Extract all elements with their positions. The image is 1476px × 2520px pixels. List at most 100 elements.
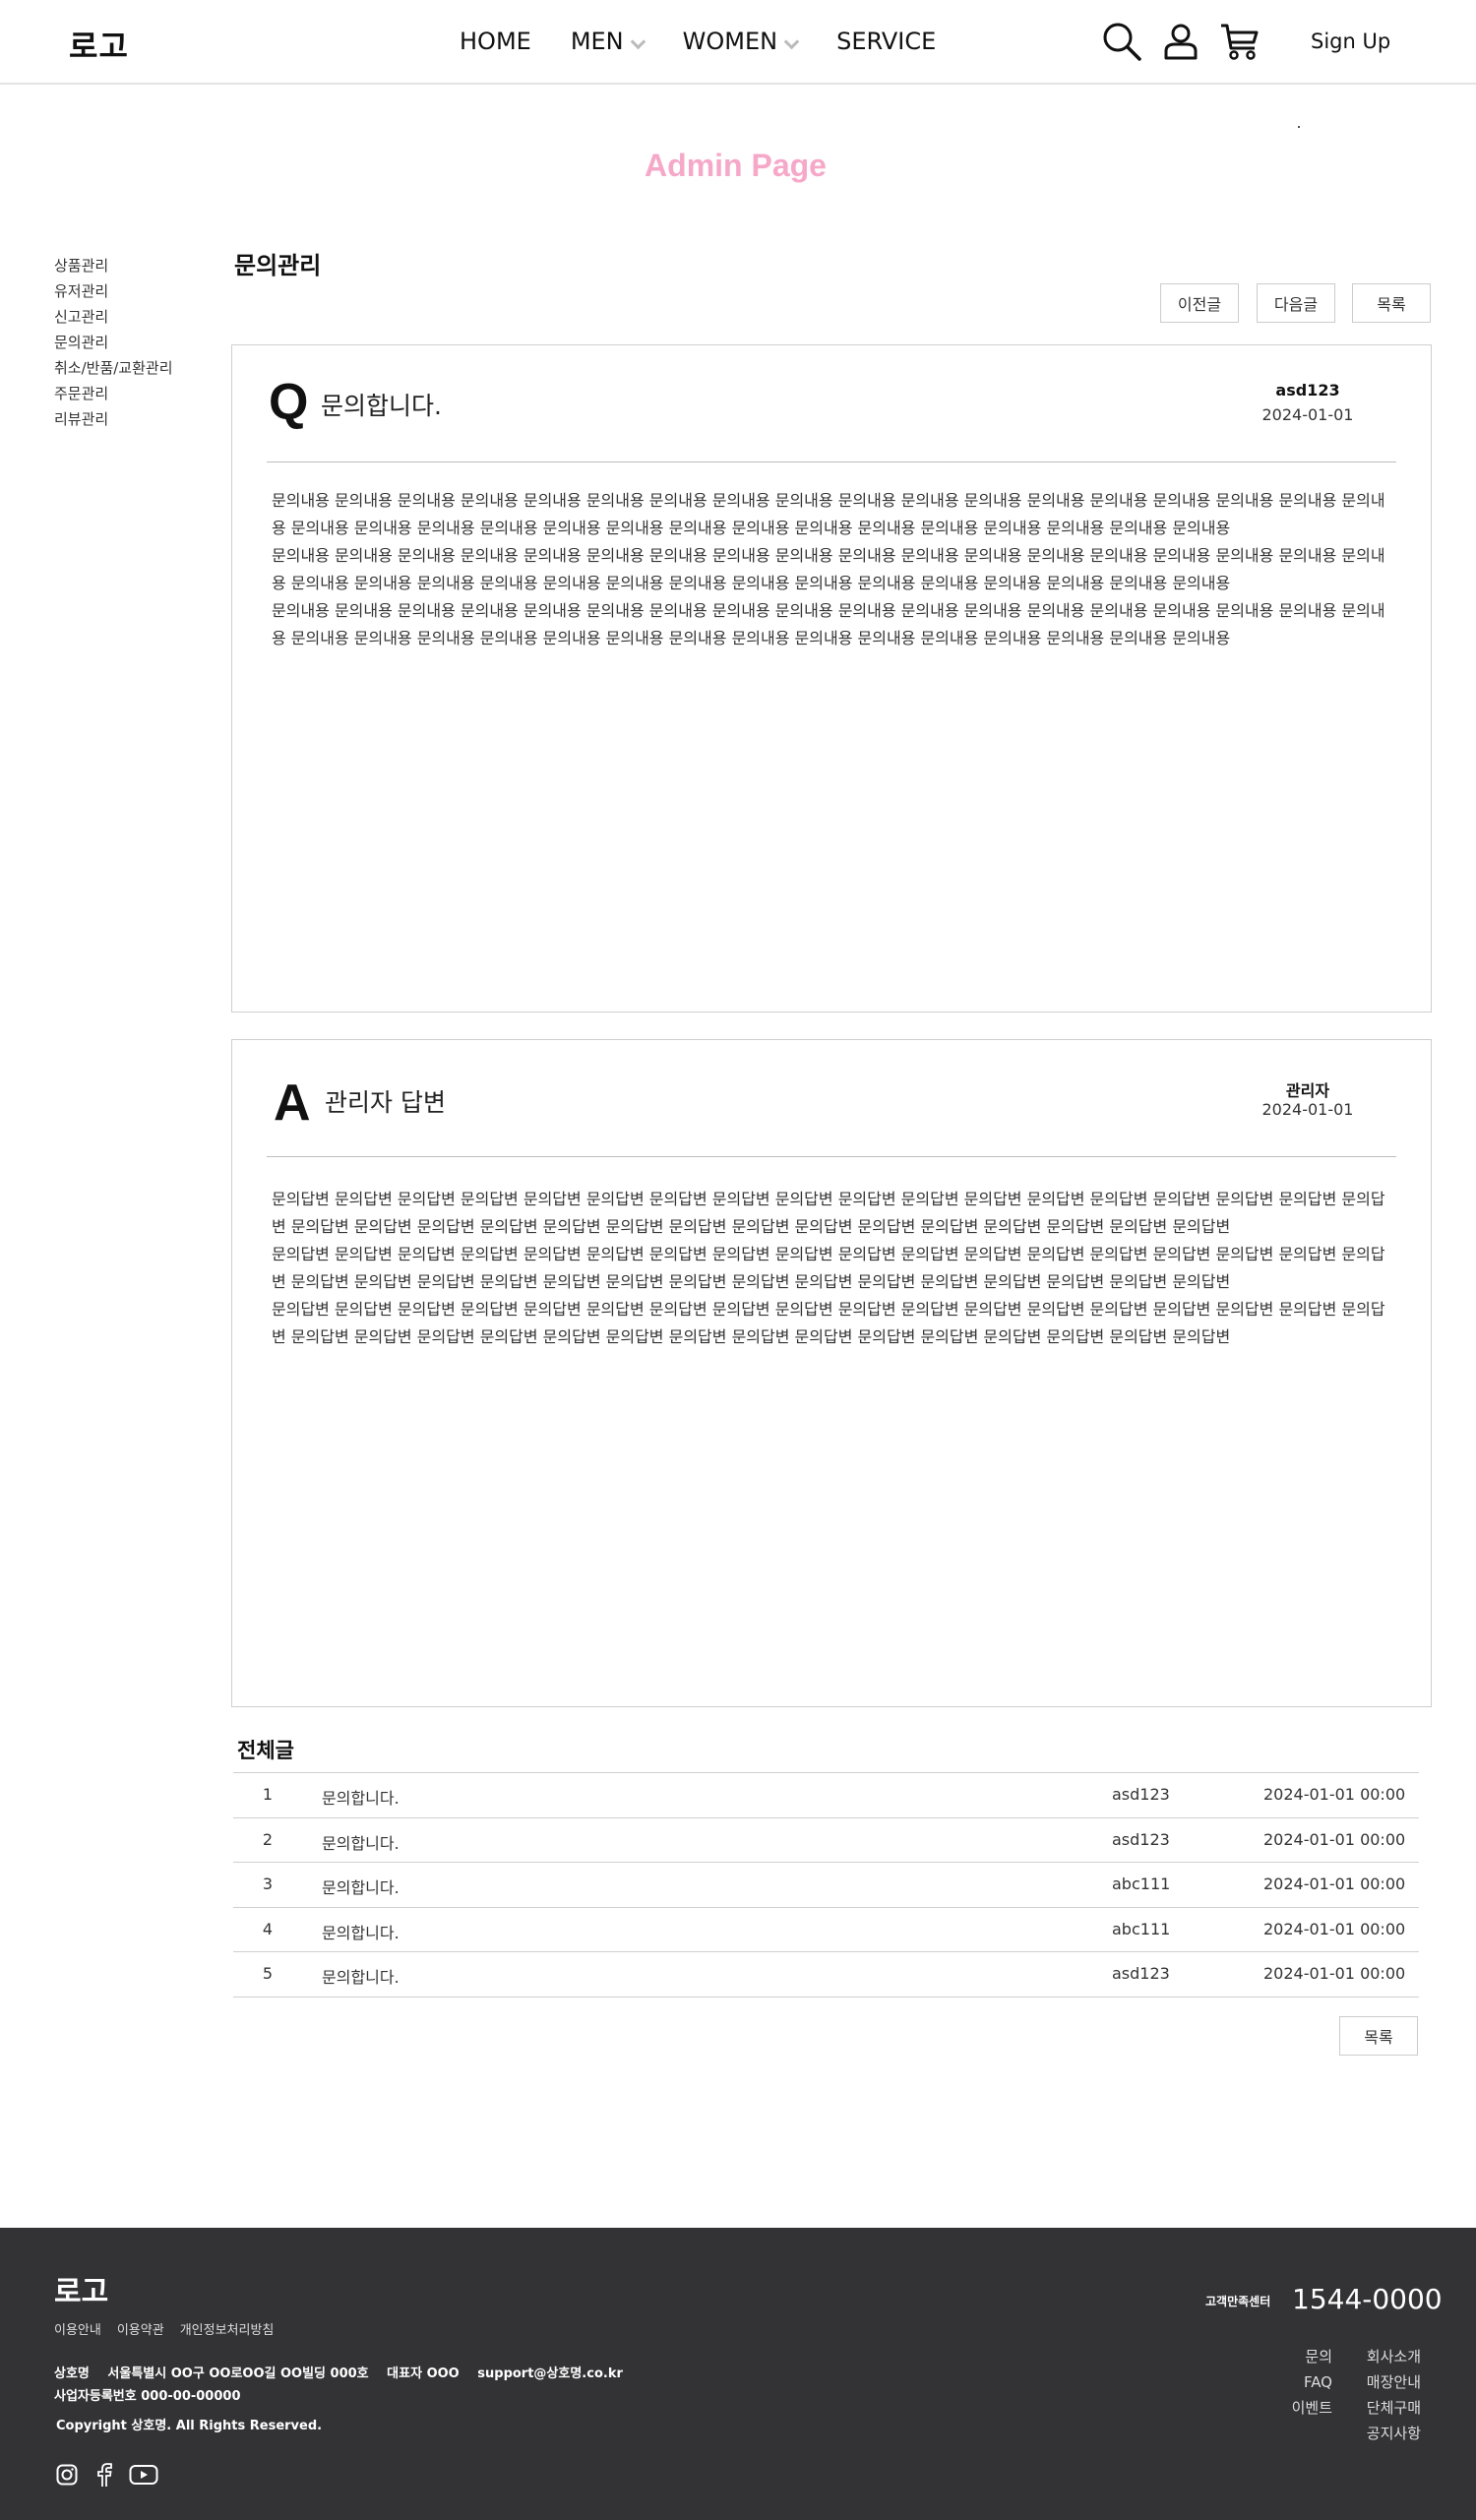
- table-row[interactable]: 1 문의합니다. asd123 2024-01-01 00:00: [233, 1773, 1419, 1818]
- question-author: asd123: [1275, 381, 1340, 400]
- footer-menu-event[interactable]: 이벤트: [1279, 2395, 1332, 2421]
- signup-link[interactable]: Sign Up: [1311, 30, 1390, 53]
- company-name: 상호명: [54, 2366, 90, 2381]
- nav-service-label: SERVICE: [836, 28, 937, 55]
- footer-menu-about[interactable]: 회사소개: [1348, 2344, 1421, 2369]
- sidebar-item-returns[interactable]: 취소/반품/교환관리: [54, 355, 173, 381]
- row-date: 2024-01-01 00:00: [1263, 1964, 1406, 1983]
- logo[interactable]: 로고: [69, 22, 129, 67]
- row-user: asd123: [1112, 1829, 1170, 1849]
- instagram-icon[interactable]: [54, 2462, 80, 2488]
- site-header: 로고 HOME MEN WOMEN SERVICE Sign Up: [0, 0, 1476, 85]
- posts-list: 1 문의합니다. asd123 2024-01-01 00:00 2 문의합니다…: [233, 1772, 1419, 1998]
- footer-menu-right: 회사소개 매장안내 단체구매 공지사항: [1348, 2344, 1421, 2446]
- answer-panel: A 관리자 답변 관리자 2024-01-01 문의답변 문의답변 문의답변 문…: [231, 1039, 1432, 1707]
- row-user: abc111: [1112, 1919, 1171, 1938]
- answer-date: 2024-01-01: [1261, 1100, 1354, 1119]
- row-number: 2: [262, 1829, 274, 1849]
- next-post-button[interactable]: 다음글: [1257, 283, 1335, 323]
- question-paragraph: 문의내용 문의내용 문의내용 문의내용 문의내용 문의내용 문의내용 문의내용 …: [272, 601, 1385, 647]
- divider: [267, 1156, 1396, 1157]
- list-bottom-button[interactable]: 목록: [1339, 2016, 1418, 2056]
- user-icon[interactable]: [1159, 20, 1202, 63]
- footer-link-guide[interactable]: 이용안내: [54, 2319, 101, 2338]
- footer-links: 이용안내 이용약관 개인정보처리방침: [54, 2319, 289, 2338]
- copyright: Copyright 상호명. All Rights Reserved.: [56, 2419, 323, 2433]
- question-body: 문의내용 문의내용 문의내용 문의내용 문의내용 문의내용 문의내용 문의내용 …: [272, 487, 1386, 652]
- row-title[interactable]: 문의합니다.: [322, 1964, 400, 1988]
- row-user: asd123: [1112, 1964, 1170, 1983]
- table-row[interactable]: 2 문의합니다. asd123 2024-01-01 00:00: [233, 1818, 1419, 1863]
- all-posts-title: 전체글: [237, 1739, 294, 1762]
- footer-menu-notice[interactable]: 공지사항: [1348, 2421, 1421, 2446]
- footer-link-terms[interactable]: 이용약관: [117, 2319, 164, 2338]
- answer-paragraph: 문의답변 문의답변 문의답변 문의답변 문의답변 문의답변 문의답변 문의답변 …: [272, 1245, 1385, 1291]
- row-title[interactable]: 문의합니다.: [322, 1785, 400, 1809]
- nav-men-label: MEN: [570, 28, 624, 55]
- table-row[interactable]: 4 문의합니다. abc111 2024-01-01 00:00: [233, 1908, 1419, 1952]
- question-mark: Q: [269, 374, 309, 431]
- row-date: 2024-01-01 00:00: [1263, 1785, 1406, 1804]
- company-address: 서울특별시 OO구 OO로OO길 OO빌딩 000호: [107, 2366, 369, 2381]
- answer-title: 관리자 답변: [325, 1088, 446, 1117]
- footer-menu-group-buy[interactable]: 단체구매: [1348, 2395, 1421, 2421]
- row-number: 3: [262, 1875, 274, 1893]
- answer-paragraph: 문의답변 문의답변 문의답변 문의답변 문의답변 문의답변 문의답변 문의답변 …: [272, 1300, 1385, 1346]
- site-footer: 로고 이용안내 이용약관 개인정보처리방침 상호명 서울특별시 OO구 OO로O…: [0, 2228, 1476, 2520]
- row-date: 2024-01-01 00:00: [1263, 1875, 1406, 1893]
- question-paragraph: 문의내용 문의내용 문의내용 문의내용 문의내용 문의내용 문의내용 문의내용 …: [272, 546, 1385, 592]
- row-number: 1: [262, 1785, 274, 1804]
- footer-menu-faq[interactable]: FAQ: [1279, 2369, 1332, 2395]
- facebook-icon[interactable]: [92, 2462, 117, 2488]
- nav-men[interactable]: MEN: [570, 28, 646, 55]
- nav-service[interactable]: SERVICE: [836, 28, 936, 55]
- sidebar-item-reports[interactable]: 신고관리: [54, 304, 173, 330]
- table-row[interactable]: 5 문의합니다. asd123 2024-01-01 00:00: [233, 1952, 1419, 1998]
- answer-author: 관리자: [1285, 1081, 1330, 1100]
- cs-label: 고객만족센터: [1205, 2295, 1271, 2308]
- row-user: asd123: [1112, 1785, 1170, 1804]
- company-email: support@상호명.co.kr: [477, 2366, 623, 2381]
- question-date: 2024-01-01: [1261, 405, 1354, 424]
- footer-menu-stores[interactable]: 매장안내: [1348, 2369, 1421, 2395]
- admin-sidebar: 상품관리 유저관리 신고관리 문의관리 취소/반품/교환관리 주문관리 리뷰관리: [54, 253, 173, 432]
- answer-mark: A: [274, 1075, 311, 1132]
- sidebar-item-inquiries[interactable]: 문의관리: [54, 330, 173, 355]
- divider: [267, 461, 1396, 462]
- row-number: 5: [262, 1964, 274, 1983]
- table-row[interactable]: 3 문의합니다. abc111 2024-01-01 00:00: [233, 1863, 1419, 1908]
- nav-home[interactable]: HOME: [460, 28, 531, 55]
- section-title: 문의관리: [234, 252, 322, 279]
- nav-women[interactable]: WOMEN: [682, 28, 800, 55]
- row-title[interactable]: 문의합니다.: [322, 1875, 400, 1898]
- answer-paragraph: 문의답변 문의답변 문의답변 문의답변 문의답변 문의답변 문의답변 문의답변 …: [272, 1190, 1385, 1236]
- footer-link-privacy[interactable]: 개인정보처리방침: [180, 2319, 275, 2338]
- cs-phone: 1544-0000: [1292, 2283, 1443, 2315]
- row-date: 2024-01-01 00:00: [1263, 1919, 1406, 1938]
- row-date: 2024-01-01 00:00: [1263, 1829, 1406, 1849]
- sidebar-item-orders[interactable]: 주문관리: [54, 381, 173, 406]
- footer-logo[interactable]: 로고: [54, 2267, 108, 2310]
- prev-post-button[interactable]: 이전글: [1160, 283, 1239, 323]
- youtube-icon[interactable]: [129, 2462, 158, 2488]
- company-biz-no: 사업자등록번호 000-00-00000: [54, 2389, 241, 2404]
- answer-body: 문의답변 문의답변 문의답변 문의답변 문의답변 문의답변 문의답변 문의답변 …: [272, 1186, 1386, 1351]
- list-button[interactable]: 목록: [1352, 283, 1431, 323]
- company-ceo: 대표자 OOO: [387, 2366, 460, 2381]
- nav-home-label: HOME: [460, 28, 531, 55]
- question-title: 문의합니다.: [321, 392, 442, 420]
- row-title[interactable]: 문의합니다.: [322, 1920, 400, 1943]
- sidebar-item-reviews[interactable]: 리뷰관리: [54, 406, 173, 432]
- footer-menu-inquiry[interactable]: 문의: [1279, 2344, 1332, 2369]
- chevron-down-icon: [630, 33, 646, 49]
- sidebar-item-products[interactable]: 상품관리: [54, 253, 173, 278]
- search-icon[interactable]: [1100, 20, 1143, 63]
- row-user: abc111: [1112, 1875, 1171, 1893]
- sidebar-item-users[interactable]: 유저관리: [54, 278, 173, 304]
- cart-icon[interactable]: [1218, 20, 1261, 63]
- chevron-down-icon: [783, 33, 800, 49]
- footer-menu-left: 문의 FAQ 이벤트: [1279, 2344, 1332, 2421]
- nav-women-label: WOMEN: [682, 28, 778, 55]
- main-nav: HOME MEN WOMEN SERVICE: [460, 28, 936, 55]
- row-title[interactable]: 문의합니다.: [322, 1830, 400, 1854]
